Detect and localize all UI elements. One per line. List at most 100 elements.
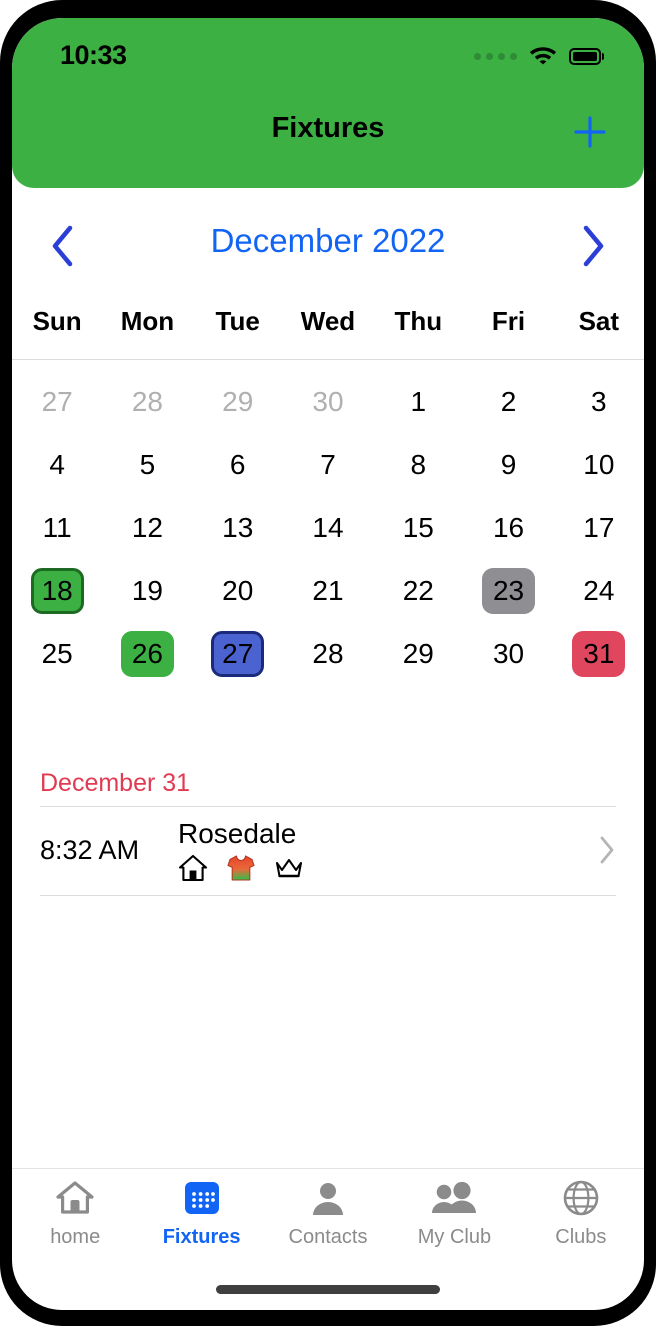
calendar-day-label: 12: [131, 511, 163, 543]
house-icon: [55, 1177, 95, 1219]
calendar-grid: 27 28 29 30 1 2 3 4 5 6 7 8 9 10 11 12 13 14 15 16 17 18 19 20 2…: [12, 370, 644, 685]
calendar-day-22[interactable]: 22: [373, 559, 463, 622]
next-month-button[interactable]: [566, 218, 622, 274]
calendar-day-label: 15: [402, 511, 434, 543]
calendar-day-2[interactable]: 2: [463, 370, 553, 433]
calendar-day-1[interactable]: 1: [373, 370, 463, 433]
nav-bar: Fixtures: [12, 106, 644, 168]
calendar-day-label: 10: [583, 448, 615, 480]
weekday-label-sat: Sat: [578, 306, 620, 336]
calendar-day-14[interactable]: 14: [283, 496, 373, 559]
calendar-day-18[interactable]: 18: [12, 559, 102, 622]
device-frame: 10:33 Fixtures December 2022 Sun Mon Tue…: [0, 0, 656, 1326]
calendar-day-4[interactable]: 4: [12, 433, 102, 496]
tab-my-club[interactable]: My Club: [391, 1177, 517, 1249]
calendar-day-label: 11: [42, 511, 72, 543]
calendar-day-label: 1: [410, 385, 427, 417]
tab-fixtures[interactable]: Fixtures: [138, 1177, 264, 1249]
people-icon: [431, 1177, 477, 1219]
calendar-day-12[interactable]: 12: [102, 496, 192, 559]
calendar-day-label: 7: [320, 448, 336, 480]
tab-clubs[interactable]: Clubs: [518, 1177, 644, 1249]
calendar-day-31[interactable]: 31: [554, 622, 644, 685]
signal-dots-icon: [474, 53, 517, 60]
calendar-day-30[interactable]: 30: [283, 370, 373, 433]
person-icon: [309, 1177, 347, 1219]
calendar-day-24[interactable]: 24: [554, 559, 644, 622]
calendar-day-label: 21: [312, 574, 344, 606]
weekday-label-sun: Sun: [32, 306, 82, 336]
tab-label: My Club: [417, 1226, 492, 1248]
calendar-day-label: 17: [583, 511, 615, 543]
fixture-row[interactable]: 8:32 AM Rosedale: [12, 807, 644, 895]
calendar-day-16[interactable]: 16: [463, 496, 553, 559]
calendar-day-19[interactable]: 19: [102, 559, 192, 622]
calendar-day-label: 29: [222, 385, 254, 417]
calendar-day-label: 18: [30, 567, 84, 614]
globe-icon: [562, 1177, 600, 1219]
battery-icon: [569, 48, 604, 65]
calendar-day-27[interactable]: 27: [193, 622, 283, 685]
fixture-badges: [178, 853, 598, 883]
tab-label: Fixtures: [162, 1226, 241, 1248]
weekday-label-tue: Tue: [215, 306, 260, 336]
calendar-day-15[interactable]: 15: [373, 496, 463, 559]
calendar-day-28[interactable]: 28: [283, 622, 373, 685]
calendar-day-label: 8: [410, 448, 427, 480]
tab-label: Contacts: [288, 1226, 368, 1248]
calendar-day-26[interactable]: 26: [102, 622, 192, 685]
calendar-week-row: 18 19 20 21 22 23 24: [12, 559, 644, 622]
calendar-day-29[interactable]: 29: [373, 622, 463, 685]
calendar-day-label: 30: [312, 385, 344, 417]
calendar-day-30[interactable]: 30: [463, 622, 553, 685]
calendar-day-9[interactable]: 9: [463, 433, 553, 496]
calendar-day-28[interactable]: 28: [102, 370, 192, 433]
calendar-day-label: 13: [222, 511, 254, 543]
calendar-day-label: 25: [41, 637, 73, 669]
weekday-divider: [12, 359, 644, 360]
calendar-day-label: 29: [402, 637, 434, 669]
calendar-day-23[interactable]: 23: [463, 559, 553, 622]
calendar-day-label: 14: [312, 511, 344, 543]
calendar-day-label: 31: [572, 630, 626, 677]
calendar-day-label: 9: [500, 448, 517, 480]
calendar-day-label: 19: [131, 574, 163, 606]
calendar-day-label: 16: [492, 511, 525, 543]
calendar-day-label: 30: [492, 637, 525, 669]
calendar-day-5[interactable]: 5: [102, 433, 192, 496]
calendar-day-25[interactable]: 25: [12, 622, 102, 685]
calendar-weekday-header: Sun Mon Tue Wed Thu Fri Sat: [12, 306, 644, 356]
list-divider-bottom: [40, 895, 616, 897]
calendar-week-row: 4 5 6 7 8 9 10: [12, 433, 644, 496]
calendar-day-27[interactable]: 27: [12, 370, 102, 433]
bottom-tab-bar: home Fixtures Contacts My Club Clubs: [12, 1168, 644, 1264]
calendar-day-29[interactable]: 29: [193, 370, 283, 433]
calendar-day-label: 28: [312, 637, 344, 669]
calendar-month-nav: December 2022: [12, 210, 644, 296]
calendar-day-label: 23: [481, 567, 536, 614]
calendar-day-13[interactable]: 13: [193, 496, 283, 559]
home-indicator: [216, 1285, 440, 1294]
calendar-day-20[interactable]: 20: [193, 559, 283, 622]
chevron-right-icon: [580, 224, 608, 268]
calendar-day-label: 24: [583, 574, 615, 606]
calendar-day-6[interactable]: 6: [193, 433, 283, 496]
app-header: 10:33 Fixtures: [12, 18, 644, 188]
calendar-day-11[interactable]: 11: [12, 496, 102, 559]
calendar-day-21[interactable]: 21: [283, 559, 373, 622]
calendar-day-17[interactable]: 17: [554, 496, 644, 559]
fixture-opponent-name: Rosedale: [178, 818, 297, 849]
calendar-day-label: 2: [500, 385, 517, 417]
tab-home[interactable]: home: [12, 1177, 138, 1249]
calendar-day-3[interactable]: 3: [554, 370, 644, 433]
calendar-day-8[interactable]: 8: [373, 433, 463, 496]
weekday-label-mon: Mon: [120, 306, 175, 336]
calendar-week-row: 25 26 27 28 29 30 31: [12, 622, 644, 685]
calendar-day-7[interactable]: 7: [283, 433, 373, 496]
calendar-day-10[interactable]: 10: [554, 433, 644, 496]
status-bar: 10:33: [12, 40, 644, 76]
calendar-day-label: 20: [222, 574, 254, 606]
add-fixture-button[interactable]: [564, 106, 616, 158]
tab-contacts[interactable]: Contacts: [265, 1177, 391, 1249]
calendar-month-label[interactable]: December 2022: [12, 222, 644, 260]
